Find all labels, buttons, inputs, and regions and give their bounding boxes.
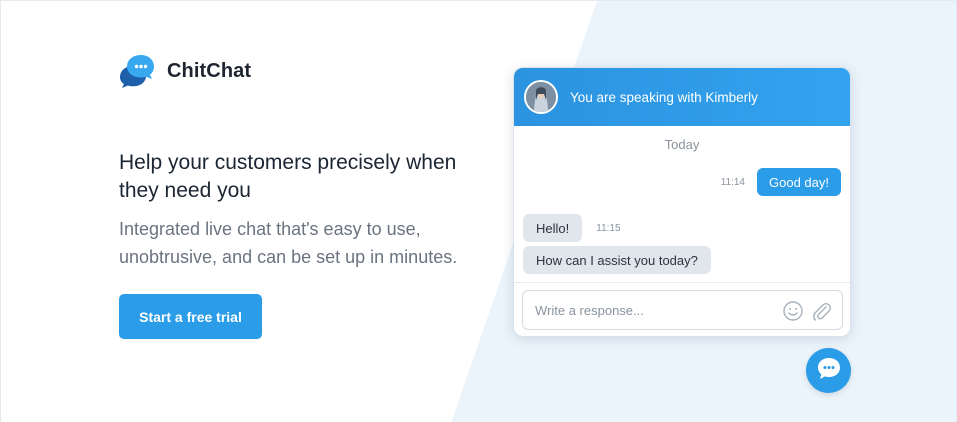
message-row-outgoing: 11:14 Good day! <box>721 168 841 196</box>
agent-avatar <box>524 80 558 114</box>
page-frame: ChitChat Help your customers precisely w… <box>0 0 957 422</box>
message-row-incoming: How can I assist you today? <box>523 246 711 274</box>
message-composer <box>522 290 843 330</box>
paperclip-icon[interactable] <box>810 300 832 322</box>
chat-launcher-button[interactable] <box>806 348 851 393</box>
brand-logo[interactable]: ChitChat <box>119 53 251 89</box>
day-separator: Today <box>664 137 700 152</box>
chat-bubbles-logo-icon <box>119 53 155 89</box>
smiley-icon[interactable] <box>782 300 804 322</box>
message-bubble-outgoing: Good day! <box>757 168 841 196</box>
chat-header-title: You are speaking with Kimberly <box>570 89 758 105</box>
start-free-trial-button[interactable]: Start a free trial <box>119 294 262 339</box>
composer-divider <box>514 282 850 283</box>
message-row-incoming: Hello! 11:15 <box>523 214 621 242</box>
message-bubble-incoming: How can I assist you today? <box>523 246 711 274</box>
response-input[interactable] <box>535 302 765 318</box>
message-bubble-incoming: Hello! <box>523 214 583 242</box>
hero-headline: Help your customers precisely when they … <box>119 151 457 202</box>
message-time: 11:14 <box>720 176 745 188</box>
chat-widget: You are speaking with Kimberly Today 11:… <box>513 67 851 337</box>
chat-header: You are speaking with Kimberly <box>514 68 850 126</box>
hero-subtext: Integrated live chat that's easy to use,… <box>119 219 458 267</box>
message-time: 11:15 <box>596 222 621 234</box>
brand-name: ChitChat <box>167 59 252 82</box>
chat-launcher-icon <box>816 355 842 386</box>
